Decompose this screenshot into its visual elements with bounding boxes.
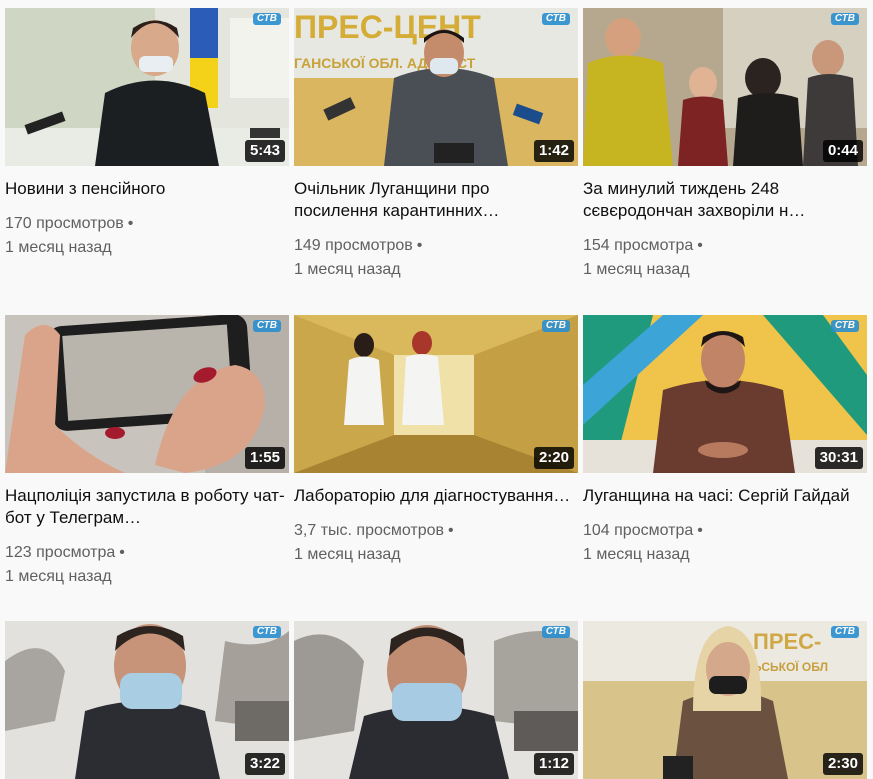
view-count: 3,7 тыс. просмотров <box>294 522 445 539</box>
video-duration: 2:30 <box>822 753 863 775</box>
video-card-1[interactable]: СТВ 5:43 Новини з пенсійного 170 просмот… <box>5 8 289 260</box>
video-duration: 1:12 <box>533 753 574 775</box>
separator-dot: • <box>697 522 703 539</box>
video-meta: 3,7 тыс. просмотров • 1 месяц назад <box>294 519 578 567</box>
video-card-5[interactable]: СТВ 2:20 Лабораторію для діагностування…… <box>294 315 578 567</box>
video-meta: 104 просмотра • 1 месяц назад <box>583 519 867 567</box>
video-thumbnail[interactable]: СТВ 1:12 <box>294 621 578 779</box>
upload-age: 1 месяц назад <box>294 261 401 278</box>
video-thumbnail[interactable]: СТВ 3:22 <box>5 621 289 779</box>
view-count: 149 просмотров <box>294 237 413 254</box>
video-duration: 3:22 <box>244 753 285 775</box>
channel-logo: СТВ <box>541 13 570 25</box>
video-title[interactable]: Очільник Луганщини про посилення каранти… <box>294 178 578 222</box>
video-card-6[interactable]: СТВ 30:31 Луганщина на часі: Сергій Гайд… <box>583 315 867 567</box>
video-thumbnail[interactable]: ПРЕС-ЦЕНТ ГАНСЬКОЇ ОБЛ. АДМІНІСТ СТВ 1:4… <box>294 8 578 166</box>
separator-dot: • <box>416 237 423 254</box>
video-meta: 123 просмотра • 1 месяц назад <box>5 541 289 589</box>
channel-logo: СТВ <box>541 626 570 638</box>
svg-text:ПРЕС-: ПРЕС- <box>753 629 821 654</box>
view-count: 154 просмотра <box>583 237 694 254</box>
view-count: 123 просмотра <box>5 544 116 561</box>
upload-age: 1 месяц назад <box>294 546 401 563</box>
channel-logo: СТВ <box>252 13 281 25</box>
video-card-7[interactable]: СТВ 3:22 <box>5 621 289 779</box>
channel-logo: СТВ <box>252 320 281 332</box>
separator-dot: • <box>119 544 125 561</box>
channel-logo: СТВ <box>541 320 570 332</box>
video-duration: 1:55 <box>244 447 285 469</box>
video-thumbnail[interactable]: СТВ 2:20 <box>294 315 578 473</box>
video-duration: 0:44 <box>822 140 863 162</box>
video-card-9[interactable]: ПРЕС- ЬСЬКОЇ ОБЛ СТВ 2:30 <box>583 621 867 779</box>
separator-dot: • <box>127 215 134 232</box>
video-meta: 170 просмотров • 1 месяц назад <box>5 212 289 260</box>
video-duration: 30:31 <box>814 447 863 469</box>
video-meta: 154 просмотра • 1 месяц назад <box>583 234 867 282</box>
video-duration: 5:43 <box>244 140 285 162</box>
separator-dot: • <box>697 237 703 254</box>
channel-logo: СТВ <box>252 626 281 638</box>
channel-logo: СТВ <box>830 13 859 25</box>
upload-age: 1 месяц назад <box>5 568 112 585</box>
video-card-2[interactable]: ПРЕС-ЦЕНТ ГАНСЬКОЇ ОБЛ. АДМІНІСТ СТВ 1:4… <box>294 8 578 282</box>
view-count: 170 просмотров <box>5 215 124 232</box>
separator-dot: • <box>448 522 454 539</box>
video-title[interactable]: Лабораторію для діагностування… <box>294 485 578 507</box>
video-duration: 1:42 <box>533 140 574 162</box>
video-thumbnail[interactable]: СТВ 30:31 <box>583 315 867 473</box>
svg-text:ЬСЬКОЇ ОБЛ: ЬСЬКОЇ ОБЛ <box>753 659 828 674</box>
video-thumbnail[interactable]: СТВ 1:55 <box>5 315 289 473</box>
upload-age: 1 месяц назад <box>5 239 112 256</box>
video-thumbnail[interactable]: СТВ 5:43 <box>5 8 289 166</box>
channel-logo: СТВ <box>830 320 859 332</box>
view-count: 104 просмотра <box>583 522 694 539</box>
video-duration: 2:20 <box>533 447 574 469</box>
video-thumbnail[interactable]: ПРЕС- ЬСЬКОЇ ОБЛ СТВ 2:30 <box>583 621 867 779</box>
video-title[interactable]: За минулий тиждень 248 сєвєродончан захв… <box>583 178 867 222</box>
video-title[interactable]: Новини з пенсійного <box>5 178 289 200</box>
upload-age: 1 месяц назад <box>583 261 690 278</box>
video-thumbnail[interactable]: СТВ 0:44 <box>583 8 867 166</box>
video-title[interactable]: Луганщина на часі: Сергій Гайдай <box>583 485 867 507</box>
video-title[interactable]: Нацполіція запустила в роботу чат-бот у … <box>5 485 289 529</box>
video-card-3[interactable]: СТВ 0:44 За минулий тиждень 248 сєвєродо… <box>583 8 867 282</box>
upload-age: 1 месяц назад <box>583 546 690 563</box>
channel-logo: СТВ <box>830 626 859 638</box>
video-meta: 149 просмотров • 1 месяц назад <box>294 234 578 282</box>
video-card-4[interactable]: СТВ 1:55 Нацполіція запустила в роботу ч… <box>5 315 289 589</box>
video-card-8[interactable]: СТВ 1:12 <box>294 621 578 779</box>
